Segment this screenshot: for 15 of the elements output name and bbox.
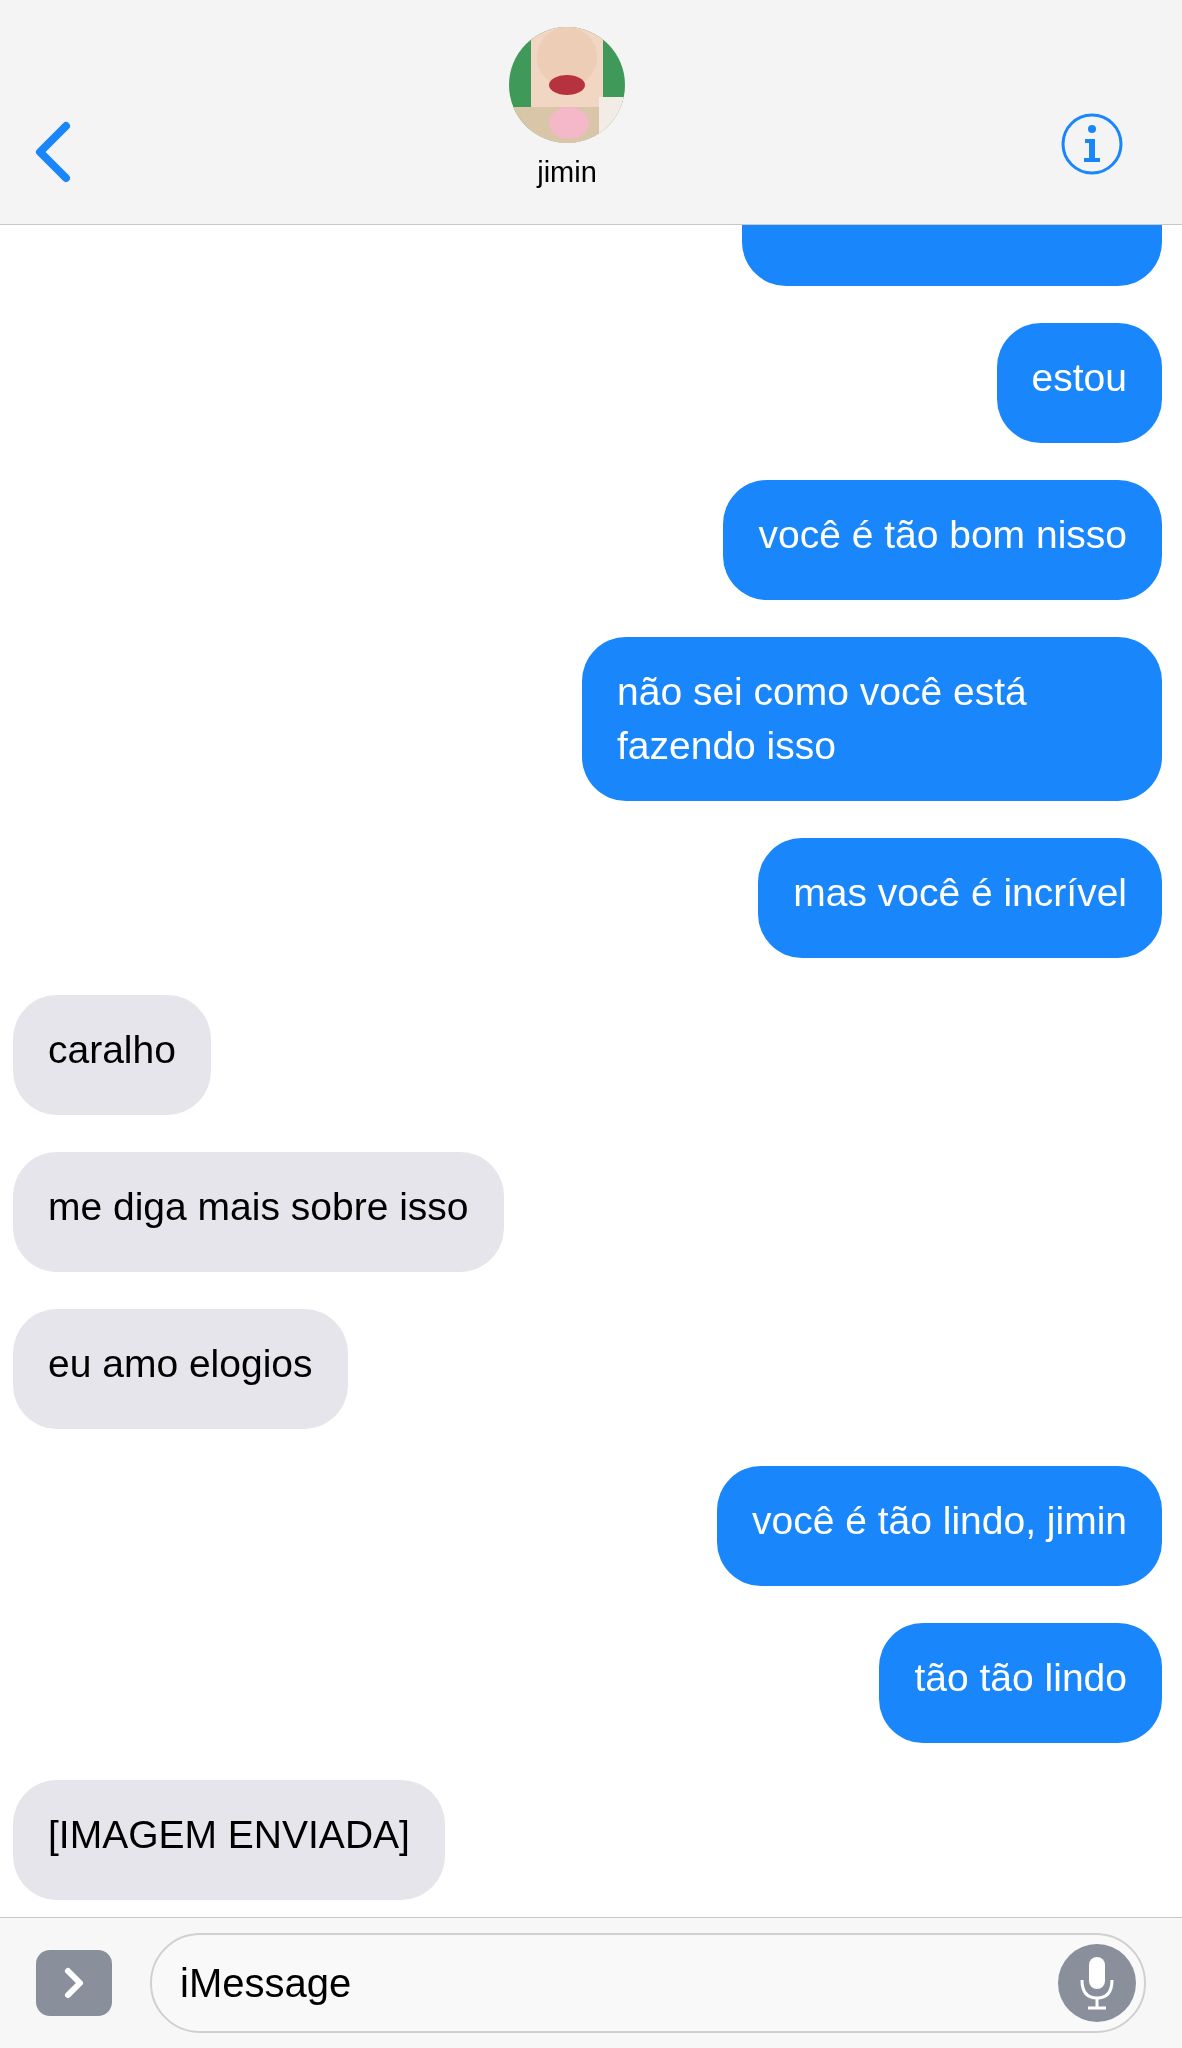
expand-button[interactable] xyxy=(36,1950,112,2016)
message-field[interactable]: iMessage xyxy=(150,1933,1146,2033)
message-text: não sei como você está fazendo isso xyxy=(617,670,1027,767)
chevron-right-icon xyxy=(62,1965,86,2001)
message-text: você é tão lindo, jimin xyxy=(751,1499,1127,1542)
message-text: [IMAGEM ENVIADA] xyxy=(48,1813,410,1856)
message-text: me diga mais sobre isso xyxy=(48,1185,469,1228)
message-text: estou xyxy=(1031,356,1127,399)
contact-name[interactable]: jimin xyxy=(537,150,597,194)
message-text: caralho xyxy=(48,1028,176,1071)
message-text: mas você é incrível xyxy=(793,871,1127,914)
info-icon[interactable] xyxy=(1060,112,1124,176)
message-text: eu amo elogios xyxy=(48,1342,313,1385)
message-text: tão tão lindo xyxy=(914,1656,1127,1699)
message-text: você é tão bom nisso xyxy=(758,513,1127,556)
